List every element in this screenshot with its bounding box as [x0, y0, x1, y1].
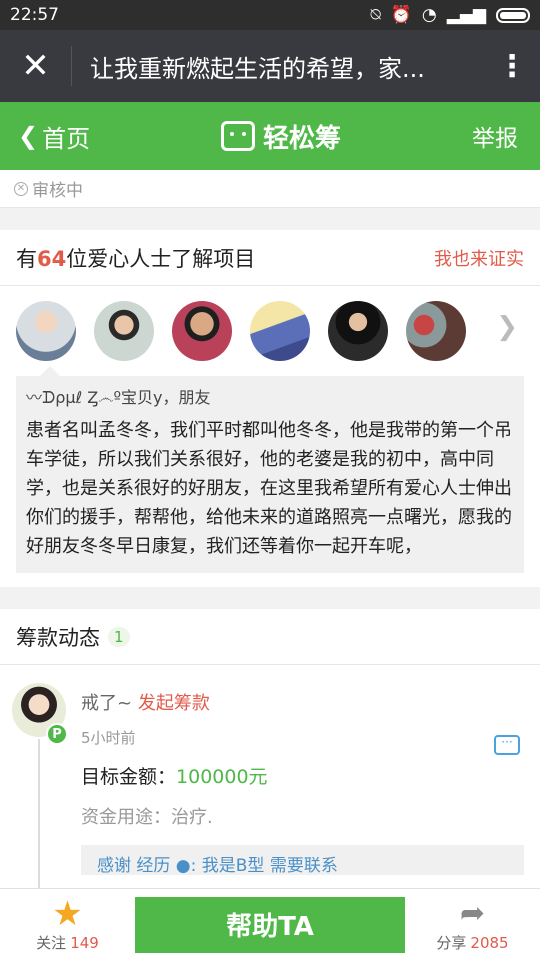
share-label: 分享	[436, 934, 467, 952]
avatar-3[interactable]	[172, 301, 232, 361]
share-count: 2085	[470, 934, 509, 952]
status-icons: ⍉ ⏰ ◔ ▂▄▆	[371, 5, 530, 25]
avatar-1[interactable]	[16, 301, 76, 361]
chevron-left-icon: ❮	[18, 122, 39, 150]
fund-feed-item: P 戒了~ 发起筹款 5小时前 ··· 目标金额：100000元 资金用途：治疗…	[0, 665, 540, 890]
fund-usage: 资金用途：治疗.	[81, 807, 213, 828]
timeline-line	[38, 739, 40, 890]
comment-wrap: 〰ᗪρμℓ Ȥ෴º宝贝y，朋友 患者名叫孟冬冬，我们平时都叫他冬冬，他是我带的第…	[0, 366, 540, 587]
feed-tags[interactable]: 感谢 经历 ●: 我是B型 需要联系	[81, 845, 524, 875]
fund-count-badge: 1	[108, 626, 130, 647]
verify-header: 有64位爱心人士了解项目 我也来证实	[0, 230, 540, 286]
alarm-icon: ⏰	[390, 5, 412, 25]
verify-comment: 〰ᗪρμℓ Ȥ෴º宝贝y，朋友 患者名叫孟冬冬，我们平时都叫他冬冬，他是我带的第…	[16, 366, 524, 573]
avatar-2[interactable]	[94, 301, 154, 361]
back-button[interactable]: ❮ 首页	[18, 119, 90, 154]
webview-titlebar: ✕ 让我重新燃起生活的希望，家... ⋮	[0, 30, 540, 102]
mute-icon: ⍉	[370, 5, 381, 25]
star-icon: ★	[52, 894, 83, 934]
battery-icon	[496, 7, 530, 23]
share-button[interactable]: ➦ 分享 2085	[405, 896, 540, 953]
verify-card: 有64位爱心人士了解项目 我也来证实 ❯ 〰ᗪρμℓ Ȥ෴º宝贝y，朋友 患者名…	[0, 230, 540, 587]
verify-link[interactable]: 我也来证实	[434, 245, 524, 271]
follow-label: 关注	[36, 934, 67, 952]
feed-author: 戒了~	[81, 693, 133, 714]
follow-button[interactable]: ★ 关注 149	[0, 896, 135, 953]
comment-bubble-icon[interactable]: ···	[494, 735, 520, 755]
fund-card: 筹款动态 1 P 戒了~ 发起筹款 5小时前 ··· 目标金额：100000元 …	[0, 609, 540, 890]
review-status-card: ✕ 审核中	[0, 170, 540, 208]
signal-icon: ▂▄▆	[446, 5, 486, 25]
launch-badge-icon: P	[46, 723, 68, 745]
avatar-6[interactable]	[406, 301, 466, 361]
more-vert-icon[interactable]: ⋮	[484, 49, 540, 84]
verify-prefix: 有	[16, 246, 37, 271]
back-label: 首页	[42, 124, 91, 153]
feed-name-line: 戒了~ 发起筹款	[81, 689, 524, 715]
brand: 轻松筹	[221, 118, 341, 155]
feed-body: 戒了~ 发起筹款 5小时前 ··· 目标金额：100000元 资金用途：治疗. …	[81, 689, 524, 875]
supporter-avatars: ❯	[0, 286, 540, 376]
status-time: 22:57	[10, 5, 59, 25]
bottom-bar: ★ 关注 149 帮助TA ➦ 分享 2085	[0, 888, 540, 960]
avatar-5[interactable]	[328, 301, 388, 361]
share-line: 分享 2085	[436, 932, 508, 953]
fund-header: 筹款动态 1	[0, 609, 540, 665]
page-title: 让我重新燃起生活的希望，家...	[90, 54, 425, 83]
feed-time: 5小时前	[81, 729, 136, 747]
main-content[interactable]: ✕ 审核中 有64位爱心人士了解项目 我也来证实 ❯ 〰ᗪρμℓ Ȥ෴º宝贝y，…	[0, 170, 540, 890]
verify-count: 64	[37, 246, 67, 271]
share-icon: ➦	[459, 896, 486, 931]
verify-count-line: 有64位爱心人士了解项目	[16, 243, 255, 273]
follow-count: 149	[70, 934, 99, 952]
target-amount: 100000元	[176, 766, 268, 788]
report-button[interactable]: 举报	[472, 119, 518, 153]
status-bar: 22:57 ⍉ ⏰ ◔ ▂▄▆	[0, 0, 540, 30]
brand-logo-icon	[221, 121, 256, 151]
close-icon[interactable]: ✕	[0, 46, 72, 86]
comment-author: 〰ᗪρμℓ Ȥ෴º宝贝y，朋友	[26, 388, 211, 407]
review-status-label: 审核中	[32, 181, 83, 201]
wifi-icon: ◔	[421, 5, 437, 25]
app-navbar: ❮ 首页 轻松筹 举报	[0, 102, 540, 170]
follow-line: 关注 149	[36, 932, 99, 953]
brand-name: 轻松筹	[263, 123, 342, 154]
avatar-4[interactable]	[250, 301, 310, 361]
target-label: 目标金额：	[81, 766, 177, 788]
chevron-right-icon[interactable]: ❯	[496, 312, 518, 342]
comment-text: 患者名叫孟冬冬，我们平时都叫他冬冬，他是我带的第一个吊车学徒，所以我们关系很好，…	[26, 420, 512, 557]
target-amount-line: 目标金额：100000元	[81, 762, 524, 789]
help-button[interactable]: 帮助TA	[135, 896, 405, 953]
x-circle-icon: ✕	[14, 181, 28, 196]
fund-title: 筹款动态	[16, 625, 100, 650]
verify-suffix: 位爱心人士了解项目	[66, 246, 256, 271]
feed-action: 发起筹款	[137, 693, 210, 714]
